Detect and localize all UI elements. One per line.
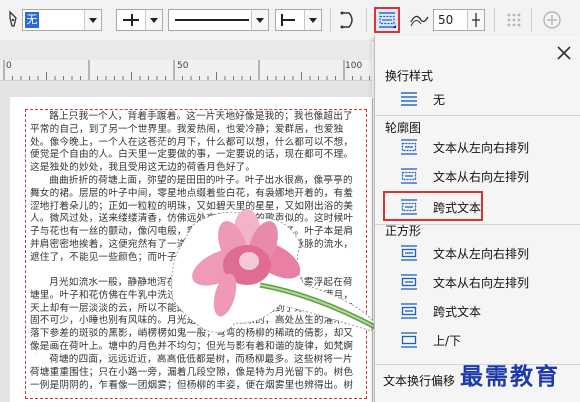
contour-wrap-icon [401, 168, 417, 184]
square-right-to-left-option[interactable]: 文本从右向左排列 [383, 269, 573, 295]
wrap-offset-input[interactable]: 50 [433, 9, 485, 31]
section-wrap-style: 换行样式 [385, 69, 434, 83]
article-paragraph: 路上只我一个人，背着手踱着。这一片天地好像是我的；我也像超出了平常的自己，到了另… [30, 111, 354, 174]
close-icon[interactable] [555, 44, 573, 62]
horizontal-ruler[interactable]: 0 50 100 [0, 60, 372, 81]
square-wrap-icon [401, 245, 417, 261]
square-straddle-label: 跨式文本 [433, 305, 482, 319]
ruler-header [0, 40, 372, 60]
property-toolbar: 无 50 [0, 0, 580, 41]
fill-color-value: 无 [25, 12, 39, 28]
ruler-label: 0 [6, 61, 12, 71]
wrap-offset-icon [408, 8, 432, 32]
close-path-icon[interactable] [336, 8, 360, 32]
contour-left-to-right-option[interactable]: 文本从左向右排列 [383, 134, 573, 160]
square-straddle-icon [401, 303, 417, 319]
watermark-text: 最需教育 [460, 363, 560, 390]
top-bottom-wrap-icon [401, 332, 417, 348]
separator [531, 8, 532, 32]
chevron-down-icon[interactable] [251, 10, 268, 30]
contour-right-to-left-option[interactable]: 文本从右向左排列 [383, 163, 573, 189]
chevron-down-icon[interactable] [145, 10, 162, 30]
square-left-to-right-option[interactable]: 文本从左向右排列 [383, 240, 573, 266]
line-style-preview [175, 19, 249, 21]
contour-straddle-label: 跨式文本 [433, 201, 482, 215]
square-wrap-icon [401, 274, 417, 290]
separator [366, 8, 367, 32]
line-cap-icon [131, 14, 133, 26]
contour-right-to-left-label: 文本从右向左排列 [433, 170, 530, 184]
square-right-to-left-label: 文本从右向左排列 [433, 276, 530, 290]
spin-buttons[interactable] [467, 10, 484, 30]
square-straddle-option[interactable]: 跨式文本 [383, 298, 573, 324]
square-left-to-right-label: 文本从左向右排列 [433, 247, 530, 261]
divider [375, 115, 580, 116]
lotus-flower-image[interactable] [165, 205, 377, 345]
text-wrap-button[interactable] [374, 7, 400, 33]
wrap-offset-label: 文本换行偏移 [383, 374, 456, 388]
article-paragraph: 荷塘的四面，远远近近，高高低低都是树，而杨柳最多。这些树将一片荷塘重重围住；只在… [30, 354, 354, 391]
contour-left-to-right-label: 文本从左向右排列 [433, 141, 530, 155]
straddle-wrap-icon [401, 199, 417, 215]
line-end-cap-icon [281, 14, 283, 26]
line-style-dropdown[interactable] [168, 9, 269, 31]
ruler-label: 50 [177, 61, 189, 71]
wrap-offset-value: 50 [438, 13, 454, 27]
square-top-bottom-label: 上/下 [433, 334, 462, 348]
line-end-dropdown[interactable] [275, 9, 322, 31]
contour-straddle-option[interactable]: 跨式文本 [383, 191, 483, 221]
square-top-bottom-option[interactable]: 上/下 [383, 327, 573, 353]
fill-color-dropdown[interactable]: 无 [22, 9, 102, 31]
line-end-preview [281, 19, 295, 21]
line-start-dropdown[interactable] [116, 9, 163, 31]
separator [330, 8, 331, 32]
ruler-label: 100 [345, 61, 363, 71]
chevron-down-icon[interactable] [84, 10, 101, 30]
section-square: 正方形 [385, 224, 422, 238]
text-wrap-panel: 换行样式 无 轮廓图 文本从左向右排列 文本从右向左排列 跨式文本 正方形 文本… [374, 36, 580, 402]
separator [494, 8, 495, 32]
wrap-none-label: 无 [433, 93, 446, 107]
text-wrap-icon [379, 12, 396, 28]
contour-wrap-icon [401, 139, 417, 155]
dotted-grid-icon [502, 8, 526, 32]
wrap-none-icon [401, 92, 417, 106]
wrap-none-option[interactable]: 无 [383, 86, 573, 112]
chevron-down-icon[interactable] [304, 10, 321, 30]
add-icon[interactable] [540, 8, 564, 32]
